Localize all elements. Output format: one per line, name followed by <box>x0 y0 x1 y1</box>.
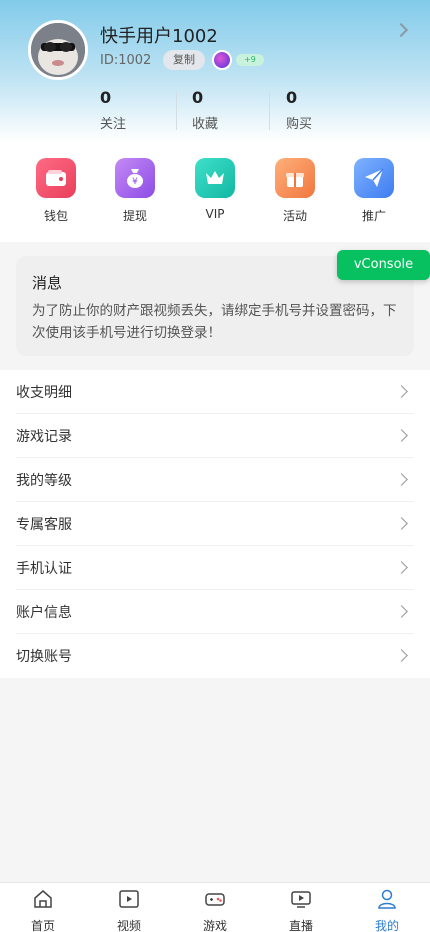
stat-label: 收藏 <box>192 117 219 132</box>
chevron-right-icon <box>395 429 408 442</box>
stat-purchases[interactable]: 0 购买 <box>266 88 356 132</box>
menu-label: 我的等级 <box>16 472 72 489</box>
quick-label: 推广 <box>361 209 386 223</box>
home-icon <box>34 890 52 908</box>
stat-label: 购买 <box>286 117 313 132</box>
quick-withdraw[interactable]: ¥ 提现 <box>105 158 165 224</box>
user-icon <box>378 889 396 909</box>
chevron-right-icon <box>395 649 408 662</box>
gift-icon <box>275 158 315 198</box>
user-id: ID:1002 <box>100 53 152 68</box>
tab-label: 首页 <box>30 919 55 932</box>
tab-label: 游戏 <box>202 919 227 932</box>
money-bag-icon: ¥ <box>115 158 155 198</box>
tab-label: 视频 <box>116 919 141 932</box>
menu-item-account-info[interactable]: 账户信息 <box>16 590 414 634</box>
menu-label: 专属客服 <box>16 516 72 533</box>
wallet-icon <box>36 158 76 198</box>
quick-activity[interactable]: 活动 <box>265 158 325 224</box>
avatar[interactable] <box>28 20 88 80</box>
stats-row: 0 关注 0 收藏 0 购买 <box>80 88 380 134</box>
tab-game[interactable]: 游戏 <box>185 889 245 932</box>
menu-item-support[interactable]: 专属客服 <box>16 502 414 546</box>
menu-label: 游戏记录 <box>16 428 72 445</box>
copy-button[interactable]: 复制 <box>163 50 205 70</box>
menu-label: 手机认证 <box>16 560 72 577</box>
stat-label: 关注 <box>100 117 127 132</box>
quick-label: 活动 <box>282 209 307 223</box>
menu-item-phone-verify[interactable]: 手机认证 <box>16 546 414 590</box>
chevron-right-icon <box>395 473 408 486</box>
tab-live[interactable]: 直播 <box>271 889 331 932</box>
tab-label: 我的 <box>374 919 399 932</box>
chevron-right-icon <box>395 385 408 398</box>
menu-item-transactions[interactable]: 收支明细 <box>16 370 414 414</box>
quick-label: VIP <box>205 207 225 221</box>
video-icon <box>119 890 139 908</box>
stat-value: 0 <box>286 88 298 107</box>
vconsole-button[interactable]: vConsole <box>337 250 430 280</box>
menu-item-switch-account[interactable]: 切换账号 <box>16 634 414 678</box>
profile-header: 快手用户1002 ID:1002 复制 +9 0 关注 0 收藏 0 购买 <box>0 0 430 142</box>
quick-label: 钱包 <box>43 209 68 223</box>
level-badge-icon <box>212 50 232 70</box>
menu-item-game-records[interactable]: 游戏记录 <box>16 414 414 458</box>
game-icon <box>205 893 225 906</box>
stat-follow[interactable]: 0 关注 <box>80 88 170 132</box>
username: 快手用户1002 <box>100 26 218 47</box>
chevron-right-icon <box>395 605 408 618</box>
paper-plane-icon <box>354 158 394 198</box>
message-text: 为了防止你的财产跟视频丢失，请绑定手机号并设置密码，下次使用该手机号进行切换登录… <box>32 303 397 341</box>
chevron-right-icon <box>395 561 408 574</box>
stat-favorites[interactable]: 0 收藏 <box>172 88 262 132</box>
menu-label: 收支明细 <box>16 384 72 401</box>
tab-label: 直播 <box>288 919 313 932</box>
live-icon <box>291 891 311 908</box>
quick-vip[interactable]: VIP <box>185 158 245 221</box>
level-tag: +9 <box>236 54 264 66</box>
bottom-tabbar: 首页 视频 游戏 直播 我的 <box>0 882 430 932</box>
menu-item-my-level[interactable]: 我的等级 <box>16 458 414 502</box>
tab-home[interactable]: 首页 <box>13 889 73 932</box>
quick-actions: 钱包 ¥ 提现 VIP 活动 推广 <box>0 142 430 242</box>
crown-icon <box>195 158 235 198</box>
stat-value: 0 <box>192 88 204 107</box>
menu-label: 账户信息 <box>16 604 72 621</box>
tab-video[interactable]: 视频 <box>99 889 159 932</box>
chevron-right-icon <box>395 517 408 530</box>
quick-label: 提现 <box>122 209 147 223</box>
stat-value: 0 <box>100 88 112 107</box>
menu-label: 切换账号 <box>16 649 72 665</box>
menu-list: 收支明细 游戏记录 我的等级 专属客服 手机认证 账户信息 切换账号 <box>0 370 430 678</box>
message-title: 消息 <box>32 274 63 292</box>
tab-mine[interactable]: 我的 <box>357 889 417 932</box>
quick-promote[interactable]: 推广 <box>344 158 404 224</box>
profile-chevron-icon[interactable] <box>393 22 409 38</box>
svg-text:¥: ¥ <box>132 177 138 187</box>
quick-wallet[interactable]: 钱包 <box>26 158 86 224</box>
